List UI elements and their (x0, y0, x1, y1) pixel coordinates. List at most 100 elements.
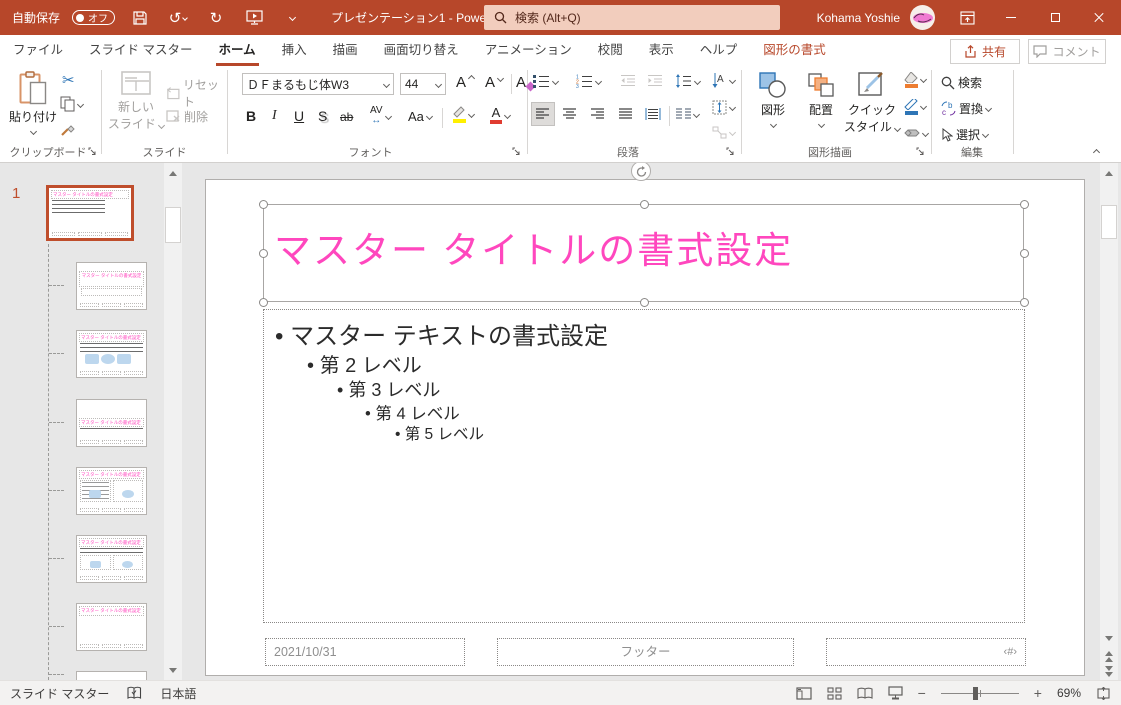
decrease-indent-button[interactable] (620, 74, 636, 87)
tab-slide-master[interactable]: スライド マスター (76, 35, 205, 66)
maximize-button[interactable] (1033, 0, 1077, 35)
slide-sorter-view-icon[interactable] (827, 686, 842, 700)
zoom-slider-thumb[interactable] (972, 686, 978, 700)
zoom-slider[interactable] (940, 686, 1019, 700)
tab-view[interactable]: 表示 (636, 35, 687, 66)
main-scrollbar[interactable] (1100, 163, 1118, 680)
comments-button[interactable]: コメント (1028, 39, 1106, 64)
zoom-level[interactable]: 69% (1057, 686, 1081, 700)
replace-button[interactable]: bc 置換 (941, 100, 993, 117)
decrease-font-size-button[interactable]: A (485, 74, 505, 91)
close-button[interactable] (1077, 0, 1121, 35)
line-spacing-button[interactable] (675, 74, 702, 88)
underline-button[interactable]: U (294, 108, 304, 124)
tab-transitions[interactable]: 画面切り替え (371, 35, 472, 66)
copy-button[interactable] (60, 96, 85, 112)
body-level-2[interactable]: 第 2 レベル (307, 349, 422, 378)
increase-font-size-button[interactable]: A (456, 74, 476, 91)
share-button[interactable]: 共有 (950, 39, 1020, 64)
align-center-button[interactable] (563, 108, 577, 120)
autosave-toggle[interactable]: オフ (72, 10, 116, 25)
layout-thumbnail-blank[interactable] (76, 671, 147, 680)
resize-handle-middle-right[interactable] (1020, 249, 1029, 258)
distribute-text-button[interactable] (645, 108, 661, 120)
bold-button[interactable]: B (246, 108, 256, 124)
collapse-ribbon-button[interactable] (1092, 144, 1101, 158)
thumb-scroll-up-button[interactable] (164, 163, 182, 183)
increase-indent-button[interactable] (647, 74, 663, 87)
strikethrough-button[interactable]: ab (340, 110, 353, 124)
layout-thumbnail-title-slide[interactable]: マスター タイトルの書式設定 (76, 262, 147, 310)
resize-handle-bottom-right[interactable] (1020, 298, 1029, 307)
arrange-button[interactable]: 配置 (800, 72, 842, 129)
reset-button[interactable]: リセット (166, 76, 227, 110)
thumbnail-panel-scrollbar[interactable] (164, 163, 182, 680)
scroll-down-button[interactable] (1100, 629, 1118, 647)
footer-placeholder[interactable]: フッター (497, 638, 794, 666)
tab-shape-format[interactable]: 図形の書式 (750, 35, 839, 66)
body-level-3[interactable]: 第 3 レベル (337, 376, 440, 402)
ribbon-display-options-button[interactable] (945, 0, 989, 35)
paste-button[interactable]: 貼り付け (9, 71, 57, 136)
zoom-out-button[interactable]: − (918, 685, 926, 701)
zoom-in-button[interactable]: + (1034, 685, 1042, 701)
normal-view-icon[interactable] (795, 686, 812, 700)
shapes-button[interactable]: 図形 (752, 72, 794, 129)
new-slide-button[interactable]: 新しい スライド (108, 71, 166, 132)
font-color-button[interactable]: A (490, 106, 512, 124)
tab-review[interactable]: 校閲 (585, 35, 636, 66)
shape-outline-button[interactable] (904, 99, 928, 115)
change-case-button[interactable]: Aa (408, 109, 433, 124)
shape-effects-button[interactable] (904, 126, 930, 140)
font-dialog-launcher[interactable] (512, 145, 521, 159)
layout-thumbnail-two-content[interactable]: マスター タイトルの書式設定 (76, 467, 147, 515)
avatar[interactable] (910, 5, 935, 30)
tab-file[interactable]: ファイル (0, 35, 76, 66)
delete-button[interactable]: 削除 (166, 108, 208, 125)
layout-thumbnail-title-only[interactable]: マスター タイトルの書式設定 (76, 603, 147, 651)
thumb-scroll-down-button[interactable] (164, 660, 182, 680)
fit-to-window-icon[interactable] (1096, 686, 1111, 700)
align-right-button[interactable] (591, 108, 605, 120)
shape-fill-button[interactable] (904, 72, 928, 88)
clipboard-dialog-launcher[interactable] (88, 145, 97, 159)
spellcheck-icon[interactable] (127, 686, 142, 700)
thumb-scrollbar-thumb[interactable] (165, 207, 181, 243)
previous-slide-button[interactable] (1100, 649, 1118, 663)
slide-canvas[interactable]: マスター タイトルの書式設定 マスター テキストの書式設定 第 2 レベル 第 … (205, 179, 1085, 676)
body-level-4[interactable]: 第 4 レベル (365, 400, 459, 424)
resize-handle-bottom-center[interactable] (640, 298, 649, 307)
justify-button[interactable] (619, 108, 633, 120)
text-direction-button[interactable]: A (712, 72, 737, 88)
cut-button[interactable]: ✂ (62, 71, 75, 89)
font-size-combobox[interactable]: 44 (400, 73, 446, 95)
tab-animations[interactable]: アニメーション (472, 35, 585, 66)
search-input[interactable]: 検索 (Alt+Q) (484, 5, 780, 30)
highlight-color-button[interactable] (452, 106, 476, 123)
body-level-5[interactable]: 第 5 レベル (395, 422, 484, 444)
quick-styles-button[interactable]: クイック スタイル (844, 72, 902, 135)
layout-thumbnail-comparison[interactable]: マスター タイトルの書式設定 (76, 535, 147, 583)
slide-number-placeholder[interactable]: ‹#› (826, 638, 1026, 666)
reading-view-icon[interactable] (857, 687, 873, 700)
body-level-1[interactable]: マスター テキストの書式設定 (275, 316, 608, 351)
date-placeholder[interactable]: 2021/10/31 (265, 638, 465, 666)
numbering-button[interactable]: 123 (576, 74, 603, 88)
slide-title-text[interactable]: マスター タイトルの書式設定 (274, 220, 793, 274)
start-slideshow-button[interactable] (241, 6, 267, 30)
resize-handle-top-center[interactable] (640, 200, 649, 209)
redo-button[interactable]: ↻ (203, 6, 229, 30)
resize-handle-middle-left[interactable] (259, 249, 268, 258)
find-button[interactable]: 検索 (941, 74, 982, 91)
main-scrollbar-thumb[interactable] (1101, 205, 1117, 239)
columns-button[interactable] (676, 108, 701, 120)
save-button[interactable] (127, 6, 153, 30)
quick-access-more-button[interactable] (279, 6, 305, 30)
align-left-button[interactable] (531, 102, 555, 126)
layout-thumbnail-section-header[interactable]: マスター タイトルの書式設定 (76, 399, 147, 447)
drawing-dialog-launcher[interactable] (916, 145, 925, 159)
tab-insert[interactable]: 挿入 (269, 35, 320, 66)
master-thumbnail[interactable]: マスター タイトルの書式設定 (46, 185, 134, 241)
format-painter-button[interactable] (60, 121, 76, 137)
character-spacing-button[interactable]: AV ↔ (370, 106, 392, 126)
